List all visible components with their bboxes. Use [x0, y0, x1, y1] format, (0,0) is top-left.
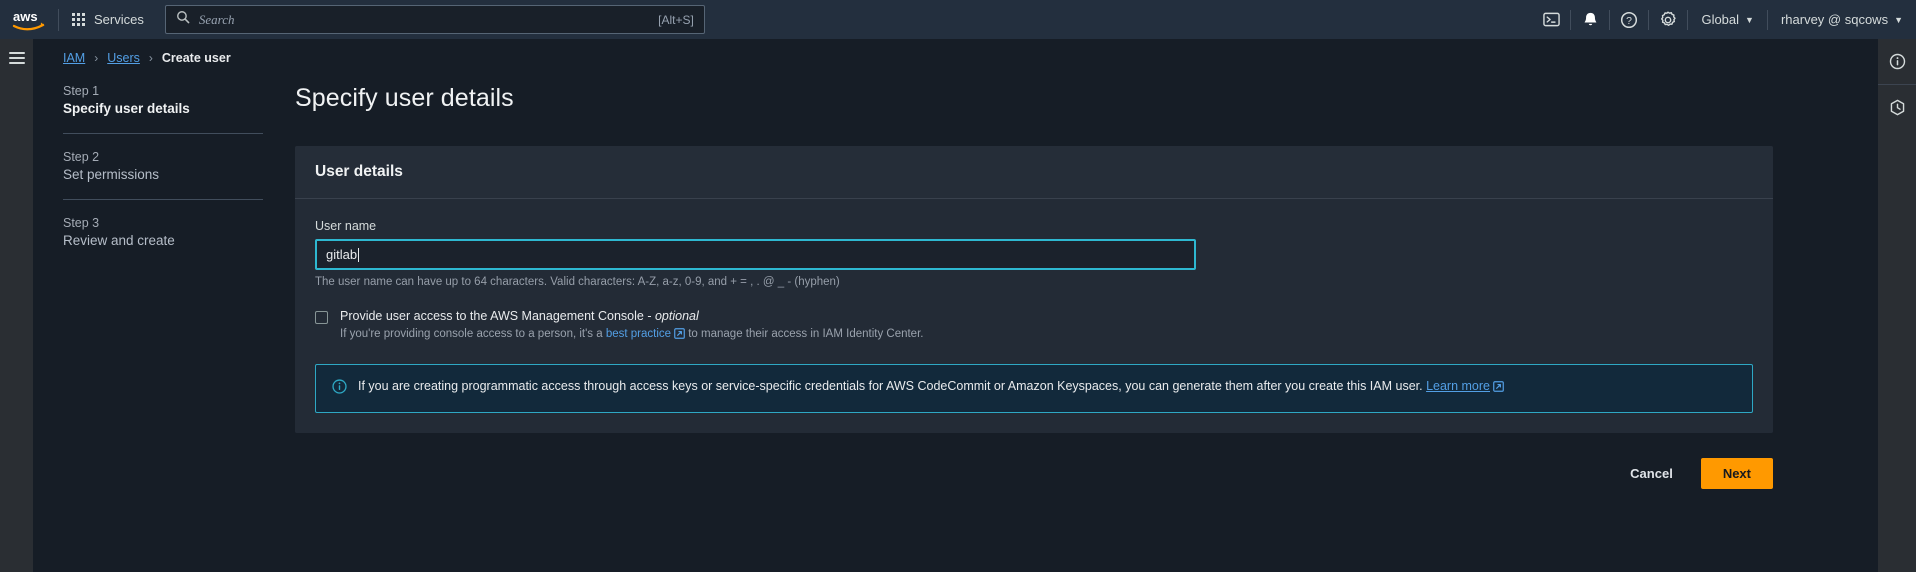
help-button[interactable]: ?: [1610, 0, 1648, 39]
search-placeholder: Search: [198, 11, 235, 27]
chevron-down-icon: ▼: [1745, 15, 1754, 25]
step-number: Step 1: [63, 84, 100, 98]
account-label: rharvey @ sqcows: [1780, 12, 1889, 27]
wizard-step-1[interactable]: Step 1 Specify user details: [63, 84, 263, 116]
best-practice-link[interactable]: best practice: [606, 328, 671, 340]
breadcrumb-item-create-user: Create user: [161, 51, 231, 65]
breadcrumb-item-iam[interactable]: IAM: [63, 51, 85, 65]
region-selector[interactable]: Global ▼: [1688, 0, 1767, 39]
subtext-after: to manage their access in IAM Identity C…: [685, 328, 924, 340]
console-access-row: Provide user access to the AWS Managemen…: [315, 309, 1753, 342]
learn-more-link[interactable]: Learn more: [1426, 379, 1490, 393]
card-header: User details: [295, 146, 1773, 199]
card-body: User name gitlab The user name can have …: [295, 199, 1773, 433]
wizard-actions: Cancel Next: [295, 458, 1773, 489]
wizard-step-3[interactable]: Step 3 Review and create: [63, 216, 263, 248]
step-label: Review and create: [63, 233, 175, 248]
page-content: IAM › Users › Create user Step 1 Specify…: [33, 39, 1878, 572]
nav-right-group: ? Global ▼ rharvey @ sqcows ▼: [1532, 0, 1916, 39]
breadcrumb-separator: ›: [148, 51, 153, 65]
wizard-steps: Step 1 Specify user details Step 2 Set p…: [63, 84, 263, 248]
svg-text:aws: aws: [13, 9, 38, 24]
breadcrumb-separator: ›: [94, 51, 99, 65]
username-input[interactable]: gitlab: [315, 239, 1196, 270]
services-menu-button[interactable]: Services: [59, 0, 157, 39]
step-divider: [63, 199, 263, 200]
username-hint: The user name can have up to 64 characte…: [315, 276, 840, 288]
username-value: gitlab: [326, 247, 358, 262]
grid-icon: [72, 13, 85, 26]
card-title: User details: [315, 163, 403, 180]
left-rail: [0, 39, 33, 572]
step-label: Set permissions: [63, 167, 160, 182]
info-panel-button[interactable]: [1878, 39, 1916, 84]
global-search-input[interactable]: Search [Alt+S]: [164, 5, 705, 34]
menu-toggle-button[interactable]: [8, 52, 25, 64]
console-access-checkbox[interactable]: [315, 311, 328, 324]
cancel-button[interactable]: Cancel: [1616, 459, 1687, 488]
main-column: Specify user details User details User n…: [295, 84, 1773, 489]
services-label: Services: [94, 12, 144, 27]
top-navigation-bar: aws Services Search [Alt+S] ? Global ▼ r…: [0, 0, 1916, 39]
notifications-button[interactable]: [1571, 0, 1609, 39]
external-link-icon: [1493, 380, 1504, 397]
console-access-optional-tag: optional: [654, 309, 699, 323]
history-panel-button[interactable]: [1878, 85, 1916, 130]
console-access-subtext: If you're providing console access to a …: [340, 328, 923, 342]
aws-logo[interactable]: aws: [0, 0, 58, 39]
subtext-before: If you're providing console access to a …: [340, 328, 606, 340]
wizard-step-2[interactable]: Step 2 Set permissions: [63, 150, 263, 182]
step-divider: [63, 133, 263, 134]
svg-text:?: ?: [1627, 15, 1633, 27]
right-rail: [1878, 39, 1916, 572]
search-shortcut-hint: [Alt+S]: [658, 12, 694, 27]
console-access-label[interactable]: Provide user access to the AWS Managemen…: [340, 309, 923, 323]
username-label: User name: [315, 219, 377, 233]
page-title: Specify user details: [295, 84, 514, 112]
info-circle-icon: [332, 379, 347, 399]
alert-text: If you are creating programmatic access …: [358, 378, 1504, 397]
step-number: Step 2: [63, 150, 100, 164]
chevron-down-icon: ▼: [1894, 15, 1903, 25]
region-label: Global: [1701, 12, 1740, 27]
step-number: Step 3: [63, 216, 100, 230]
account-menu[interactable]: rharvey @ sqcows ▼: [1768, 0, 1916, 39]
search-icon: [176, 10, 190, 29]
step-label: Specify user details: [63, 101, 190, 116]
settings-button[interactable]: [1649, 0, 1687, 39]
breadcrumb-item-users[interactable]: Users: [107, 51, 140, 65]
next-button[interactable]: Next: [1700, 458, 1773, 489]
user-details-card: User details User name gitlab The user n…: [295, 146, 1773, 433]
alert-text-before: If you are creating programmatic access …: [358, 379, 1427, 393]
console-access-content: Provide user access to the AWS Managemen…: [340, 309, 923, 342]
text-cursor: [358, 247, 360, 262]
programmatic-access-info-alert: If you are creating programmatic access …: [315, 364, 1753, 413]
console-access-label-main: Provide user access to the AWS Managemen…: [340, 309, 655, 323]
breadcrumb: IAM › Users › Create user: [63, 51, 231, 65]
cloudshell-button[interactable]: [1532, 0, 1570, 39]
external-link-icon: [674, 328, 685, 342]
